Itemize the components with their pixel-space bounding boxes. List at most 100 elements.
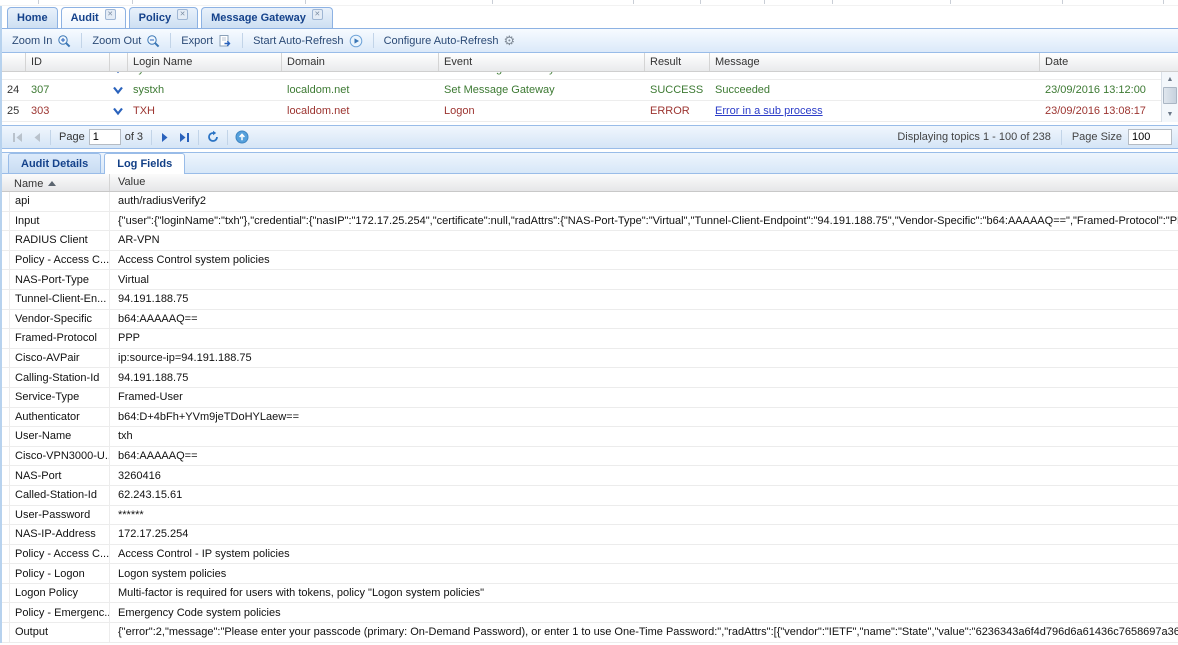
scrollbar-thumb[interactable] xyxy=(1163,87,1177,104)
grid-scrollbar[interactable]: ▲ ▼ xyxy=(1161,72,1178,122)
log-field-row[interactable]: Vendor-Specificb64:AAAAAQ== xyxy=(2,310,1178,330)
page-number-input[interactable] xyxy=(89,129,121,145)
page-size-input[interactable] xyxy=(1128,129,1172,145)
paging-toolbar: Page of 3 Displaying topics 1 - 100 of 2… xyxy=(2,125,1178,149)
value-column-label: Value xyxy=(118,176,145,188)
scroll-to-top-button[interactable] xyxy=(232,129,252,145)
log-field-row[interactable]: User-Nametxh xyxy=(2,427,1178,447)
audit-row-25[interactable]: 25 303 TXH localdom.net Logon ERROR Erro… xyxy=(2,101,1162,122)
column-header-domain[interactable]: Domain xyxy=(282,53,439,71)
close-icon[interactable]: ✕ xyxy=(177,9,188,20)
zoom-in-button[interactable]: Zoom In xyxy=(6,32,77,50)
audit-row-23[interactable]: 23 308 systxh localdom.net Set Message G… xyxy=(2,72,1162,80)
field-name: Input xyxy=(10,212,110,231)
column-header-rownum[interactable] xyxy=(2,53,26,71)
log-field-row[interactable]: User-Password****** xyxy=(2,506,1178,526)
name-column-header[interactable]: Name xyxy=(2,174,110,191)
first-page-button[interactable] xyxy=(8,130,27,145)
chevron-down-icon[interactable] xyxy=(110,85,128,95)
scroll-down-icon[interactable]: ▼ xyxy=(1162,107,1178,122)
column-header-result[interactable]: Result xyxy=(645,53,710,71)
tab-log-fields[interactable]: Log Fields xyxy=(104,153,185,174)
refresh-button[interactable] xyxy=(203,129,223,145)
field-value: 172.17.25.254 xyxy=(110,528,1178,540)
log-field-row[interactable]: NAS-Port3260416 xyxy=(2,466,1178,486)
export-button[interactable]: Export xyxy=(175,32,238,50)
row-gutter xyxy=(2,212,10,231)
log-field-row[interactable]: Input{"user":{"loginName":"txh"},"creden… xyxy=(2,212,1178,232)
sort-ascending-icon xyxy=(48,181,56,186)
zoom-out-button[interactable]: Zoom Out xyxy=(86,32,166,50)
cell-event: Logon xyxy=(439,105,645,117)
log-field-row[interactable]: Output{"error":2,"message":"Please enter… xyxy=(2,623,1178,643)
prev-page-button[interactable] xyxy=(27,130,46,145)
field-value: txh xyxy=(110,430,1178,442)
audit-row-24[interactable]: 24 307 systxh localdom.net Set Message G… xyxy=(2,80,1162,101)
log-field-row[interactable]: Logon PolicyMulti-factor is required for… xyxy=(2,584,1178,604)
column-header-id[interactable]: ID xyxy=(26,53,110,71)
log-field-row[interactable]: Framed-ProtocolPPP xyxy=(2,329,1178,349)
tab-home[interactable]: Home xyxy=(7,7,58,28)
field-name: NAS-Port-Type xyxy=(10,270,110,289)
close-icon[interactable]: ✕ xyxy=(312,9,323,20)
log-field-row[interactable]: Policy - LogonLogon system policies xyxy=(2,564,1178,584)
cell-event: Set Message Gateway xyxy=(439,72,645,75)
page-count-label: of 3 xyxy=(125,131,143,143)
toolbar-separator xyxy=(170,33,171,48)
log-field-row[interactable]: Cisco-AVPairip:source-ip=94.191.188.75 xyxy=(2,349,1178,369)
chevron-down-icon[interactable] xyxy=(110,106,128,116)
configure-auto-refresh-label: Configure Auto-Refresh xyxy=(384,35,499,47)
close-icon[interactable]: ✕ xyxy=(105,9,116,20)
tab-audit[interactable]: Audit ✕ xyxy=(61,7,126,28)
field-name: User-Password xyxy=(10,506,110,525)
column-header-expander[interactable] xyxy=(110,53,128,71)
export-icon xyxy=(218,34,232,48)
field-value: ****** xyxy=(110,509,1178,521)
log-field-row[interactable]: NAS-Port-TypeVirtual xyxy=(2,270,1178,290)
tab-message-gateway[interactable]: Message Gateway ✕ xyxy=(201,7,333,28)
field-name: Logon Policy xyxy=(10,584,110,603)
field-value: 62.243.15.61 xyxy=(110,489,1178,501)
log-field-row[interactable]: RADIUS ClientAR-VPN xyxy=(2,231,1178,251)
cell-login-name: systxh xyxy=(128,84,282,96)
field-value: Emergency Code system policies xyxy=(110,607,1178,619)
column-header-date[interactable]: Date xyxy=(1040,53,1162,71)
zoom-in-icon xyxy=(57,34,71,48)
value-column-header[interactable]: Value xyxy=(110,174,1178,191)
field-value: auth/radiusVerify2 xyxy=(110,195,1178,207)
chevron-down-icon[interactable] xyxy=(110,72,128,74)
log-field-row[interactable]: Policy - Access C...Access Control syste… xyxy=(2,251,1178,271)
field-name: Service-Type xyxy=(10,388,110,407)
configure-auto-refresh-button[interactable]: Configure Auto-Refresh ⚙ xyxy=(378,32,522,49)
field-value: b64:AAAAAQ== xyxy=(110,313,1178,325)
log-field-row[interactable]: Service-TypeFramed-User xyxy=(2,388,1178,408)
admin-console: Home Audit ✕ Policy ✕ Message Gateway ✕ … xyxy=(0,6,1178,643)
log-field-row[interactable]: Tunnel-Client-En...94.191.188.75 xyxy=(2,290,1178,310)
error-message-link[interactable]: Error in a sub process xyxy=(715,105,823,117)
tab-audit-details[interactable]: Audit Details xyxy=(8,153,101,173)
column-header-login-name[interactable]: Login Name xyxy=(128,53,282,71)
start-auto-refresh-label: Start Auto-Refresh xyxy=(253,35,344,47)
start-auto-refresh-button[interactable]: Start Auto-Refresh xyxy=(247,32,369,50)
log-field-row[interactable]: NAS-IP-Address172.17.25.254 xyxy=(2,525,1178,545)
field-name: Calling-Station-Id xyxy=(10,368,110,387)
log-field-row[interactable]: Policy - Emergenc...Emergency Code syste… xyxy=(2,603,1178,623)
log-field-row[interactable]: Calling-Station-Id94.191.188.75 xyxy=(2,368,1178,388)
column-header-event[interactable]: Event xyxy=(439,53,645,71)
row-gutter xyxy=(2,329,10,348)
last-page-button[interactable] xyxy=(175,130,194,145)
cell-event: Set Message Gateway xyxy=(439,84,645,96)
log-field-row[interactable]: Authenticatorb64:D+4bFh+YVm9jeTDoHYLaew=… xyxy=(2,408,1178,428)
column-header-message[interactable]: Message xyxy=(710,53,1040,71)
log-field-row[interactable]: apiauth/radiusVerify2 xyxy=(2,192,1178,212)
log-field-row[interactable]: Cisco-VPN3000-U...b64:AAAAAQ== xyxy=(2,447,1178,467)
log-field-row[interactable]: Policy - Access C...Access Control - IP … xyxy=(2,545,1178,565)
log-fields-header: Name Value xyxy=(2,174,1178,192)
scroll-up-icon[interactable]: ▲ xyxy=(1162,72,1178,87)
next-page-button[interactable] xyxy=(156,130,175,145)
row-gutter xyxy=(2,486,10,505)
cell-result: ERROR xyxy=(645,105,710,117)
tab-policy[interactable]: Policy ✕ xyxy=(129,7,198,28)
log-field-row[interactable]: Called-Station-Id62.243.15.61 xyxy=(2,486,1178,506)
field-name: User-Name xyxy=(10,427,110,446)
